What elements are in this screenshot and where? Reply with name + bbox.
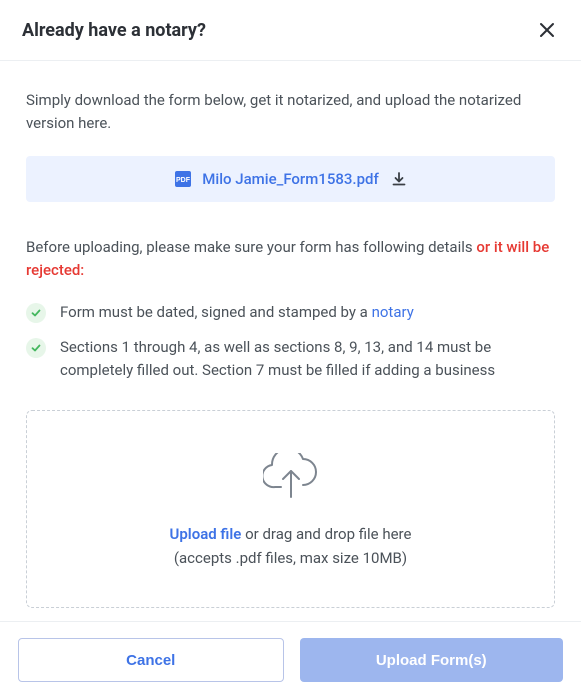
list-item: Sections 1 through 4, as well as section… <box>26 336 555 383</box>
close-icon <box>539 22 555 38</box>
check-icon <box>26 338 46 358</box>
dropzone-main-text: Upload file or drag and drop file here <box>47 525 534 543</box>
requirement-text: Form must be dated, signed and stamped b… <box>60 301 414 324</box>
list-item: Form must be dated, signed and stamped b… <box>26 301 555 324</box>
file-dropzone[interactable]: Upload file or drag and drop file here (… <box>26 410 555 608</box>
dropzone-sub-text: (accepts .pdf files, max size 10MB) <box>47 549 534 567</box>
requirements-list: Form must be dated, signed and stamped b… <box>26 301 555 383</box>
download-icon <box>391 171 407 187</box>
svg-text:PDF: PDF <box>176 177 191 184</box>
download-form-button[interactable]: PDF Milo Jamie_Form1583.pdf <box>26 156 555 202</box>
warning-block: Before uploading, please make sure your … <box>26 236 555 283</box>
upload-forms-button[interactable]: Upload Form(s) <box>300 638 564 682</box>
modal-footer: Cancel Upload Form(s) <box>0 621 581 700</box>
modal-content: Simply download the form below, get it n… <box>0 61 581 621</box>
upload-file-link[interactable]: Upload file <box>170 525 242 543</box>
upload-cloud-icon <box>47 453 534 501</box>
cancel-button[interactable]: Cancel <box>18 638 284 682</box>
requirement-text: Sections 1 through 4, as well as section… <box>60 336 555 383</box>
close-button[interactable] <box>535 18 559 42</box>
modal-header: Already have a notary? <box>0 0 581 61</box>
intro-text: Simply download the form below, get it n… <box>26 89 555 134</box>
modal-title: Already have a notary? <box>22 20 206 41</box>
pdf-icon: PDF <box>174 170 192 188</box>
notary-link[interactable]: notary <box>372 303 414 321</box>
check-icon <box>26 303 46 323</box>
download-filename: Milo Jamie_Form1583.pdf <box>202 170 379 188</box>
warning-text: Before uploading, please make sure your … <box>26 238 476 256</box>
